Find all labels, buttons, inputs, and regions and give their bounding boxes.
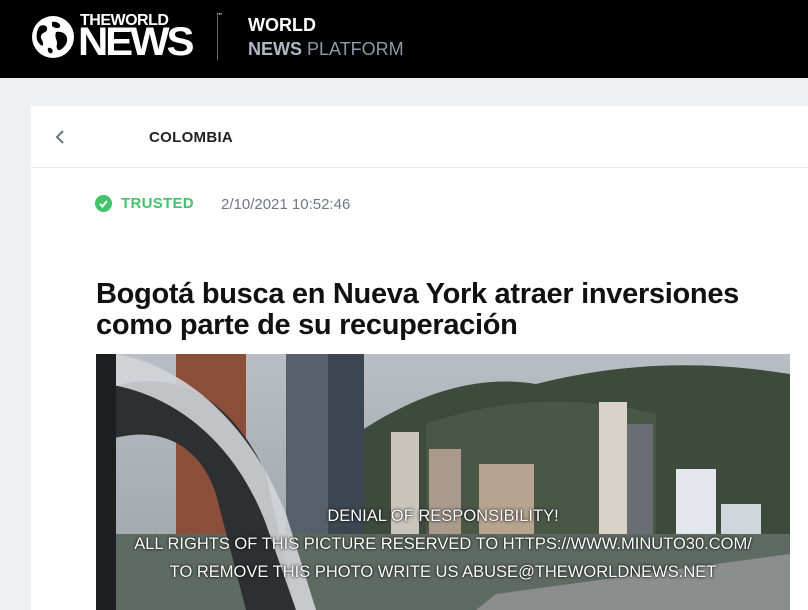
image-disclaimer: DENIAL OF RESPONSIBILITY! ALL RIGHTS OF …	[96, 502, 790, 586]
article-nav: COLOMBIA	[31, 106, 808, 168]
trusted-label: TRUSTED	[121, 195, 194, 212]
platform-title-line1: WORLD	[248, 15, 316, 35]
chevron-left-icon[interactable]	[53, 126, 73, 148]
disclaimer-line: DENIAL OF RESPONSIBILITY!	[327, 507, 559, 525]
platform-news-word: NEWS	[248, 39, 302, 59]
trusted-badge: TRUSTED	[95, 195, 194, 212]
article-headline: Bogotá busca en Nueva York atraer invers…	[96, 278, 740, 341]
section-link-colombia[interactable]: COLOMBIA	[149, 129, 233, 146]
globe-icon	[32, 16, 74, 58]
platform-word: PLATFORM	[302, 39, 404, 59]
top-bar: THEWORLD ™ NEWS WORLD NEWS PLATFORM	[0, 0, 808, 78]
article-photo[interactable]: DENIAL OF RESPONSIBILITY! ALL RIGHTS OF …	[96, 354, 790, 610]
disclaimer-line: TO REMOVE THIS PHOTO WRITE US ABUSE@THEW…	[169, 563, 717, 581]
platform-title-line2: NEWS PLATFORM	[248, 39, 404, 60]
site-logo[interactable]: THEWORLD ™ NEWS	[30, 12, 223, 64]
disclaimer-line: ALL RIGHTS OF THIS PICTURE RESERVED TO H…	[134, 535, 752, 553]
article-card: COLOMBIA TRUSTED 2/10/2021 10:52:46 Bogo…	[31, 106, 808, 610]
check-circle-icon	[95, 195, 112, 212]
logo-text-news: NEWS	[78, 20, 195, 64]
header-divider	[217, 14, 218, 60]
article-timestamp: 2/10/2021 10:52:46	[221, 196, 351, 213]
